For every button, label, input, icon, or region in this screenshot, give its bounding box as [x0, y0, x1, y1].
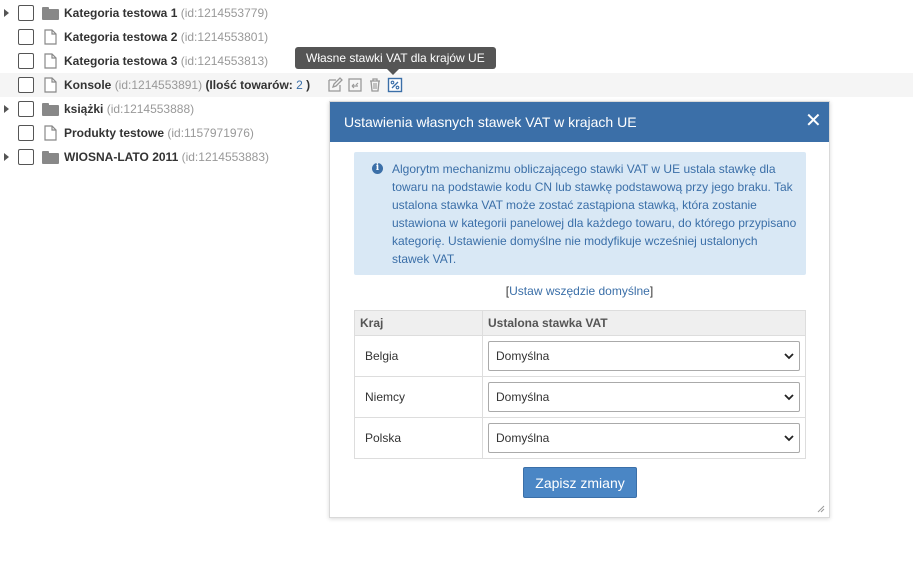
column-header-vat: Ustalona stawka VAT [482, 310, 806, 336]
tree-item-id: (id:1214553779) [180, 6, 269, 20]
tree-item-label[interactable]: Produkty testowe (id:1157971976) [64, 126, 254, 140]
tree-item-id: (id:1214553891) [114, 78, 203, 92]
expand-caret-icon[interactable] [4, 9, 9, 17]
table-row: Niemcy Domyślna [354, 376, 806, 418]
row-checkbox[interactable] [18, 5, 34, 21]
info-box: i Algorytm mechanizmu obliczającego staw… [354, 152, 806, 275]
table-row: Polska Domyślna [354, 417, 806, 459]
vat-rate-select[interactable]: Domyślna [488, 341, 800, 371]
set-default-wrap: [Ustaw wszędzie domyślne] [505, 284, 654, 298]
country-cell: Niemcy [354, 376, 483, 418]
tree-item-id: (id:1214553813) [180, 54, 269, 68]
tree-item-label[interactable]: książki (id:1214553888) [64, 102, 194, 116]
row-checkbox[interactable] [18, 77, 34, 93]
vat-rates-icon[interactable] [387, 77, 403, 93]
info-text: Algorytm mechanizmu obliczającego stawki… [392, 162, 797, 266]
tree-item-label[interactable]: Kategoria testowa 2 (id:1214553801) [64, 30, 268, 44]
tree-item-label[interactable]: Kategoria testowa 3 (id:1214553813) [64, 54, 268, 68]
product-count-value[interactable]: 2 [296, 78, 303, 92]
expand-caret-icon[interactable] [4, 105, 9, 113]
product-count: (Ilość towarów: 2 ) [205, 78, 311, 92]
tree-item-id: (id:1214553883) [181, 150, 269, 164]
vat-table: Kraj Ustalona stawka VAT Belgia Domyślna… [354, 310, 806, 459]
dialog-header: Ustawienia własnych stawek VAT w krajach… [330, 102, 829, 142]
dialog-title: Ustawienia własnych stawek VAT w krajach… [344, 114, 637, 130]
vat-rate-select[interactable]: Domyślna [488, 423, 800, 453]
tree-item-id: (id:1157971976) [167, 126, 254, 140]
file-icon [44, 125, 57, 141]
move-icon[interactable] [347, 77, 363, 93]
file-icon [44, 77, 57, 93]
vat-cell: Domyślna [482, 335, 806, 377]
tree-item-label[interactable]: WIOSNA-LATO 2011 (id:1214553883) [64, 150, 269, 164]
file-icon [44, 53, 57, 69]
tree-item-id: (id:1214553801) [180, 30, 269, 44]
table-row: Belgia Domyślna [354, 335, 806, 377]
tree-item-label[interactable]: Kategoria testowa 1 (id:1214553779) [64, 6, 268, 20]
close-icon[interactable]: ✕ [805, 111, 822, 133]
tree-item-id: (id:1214553888) [106, 102, 195, 116]
row-actions [327, 77, 403, 93]
vat-settings-dialog: Ustawienia własnych stawek VAT w krajach… [329, 101, 830, 518]
row-checkbox[interactable] [18, 29, 34, 45]
resize-handle-icon[interactable] [817, 505, 825, 513]
save-button[interactable]: Zapisz zmiany [523, 467, 637, 498]
tooltip-arrow [387, 69, 399, 75]
expand-caret-icon[interactable] [4, 153, 9, 161]
row-checkbox[interactable] [18, 101, 34, 117]
country-cell: Polska [354, 417, 483, 459]
vat-rate-select[interactable]: Domyślna [488, 382, 800, 412]
row-checkbox[interactable] [18, 53, 34, 69]
tree-row-selected[interactable]: Konsole (id:1214553891) (Ilość towarów: … [0, 73, 913, 97]
info-icon: i [372, 163, 383, 174]
folder-icon [42, 151, 59, 164]
tree-item-label[interactable]: Konsole (id:1214553891) (Ilość towarów: … [64, 78, 310, 92]
tree-row[interactable]: Kategoria testowa 2 (id:1214553801) [0, 25, 913, 49]
folder-icon [42, 7, 59, 20]
tree-row[interactable]: Kategoria testowa 1 (id:1214553779) [0, 1, 913, 25]
country-cell: Belgia [354, 335, 483, 377]
set-all-default-link[interactable]: Ustaw wszędzie domyślne [509, 284, 650, 298]
trash-icon[interactable] [367, 77, 383, 93]
vat-cell: Domyślna [482, 417, 806, 459]
row-checkbox[interactable] [18, 149, 34, 165]
vat-cell: Domyślna [482, 376, 806, 418]
row-checkbox[interactable] [18, 125, 34, 141]
file-icon [44, 29, 57, 45]
folder-icon [42, 103, 59, 116]
tooltip: Własne stawki VAT dla krajów UE [295, 47, 496, 69]
table-header-row: Kraj Ustalona stawka VAT [354, 310, 806, 336]
column-header-country: Kraj [354, 310, 483, 336]
edit-icon[interactable] [327, 77, 343, 93]
